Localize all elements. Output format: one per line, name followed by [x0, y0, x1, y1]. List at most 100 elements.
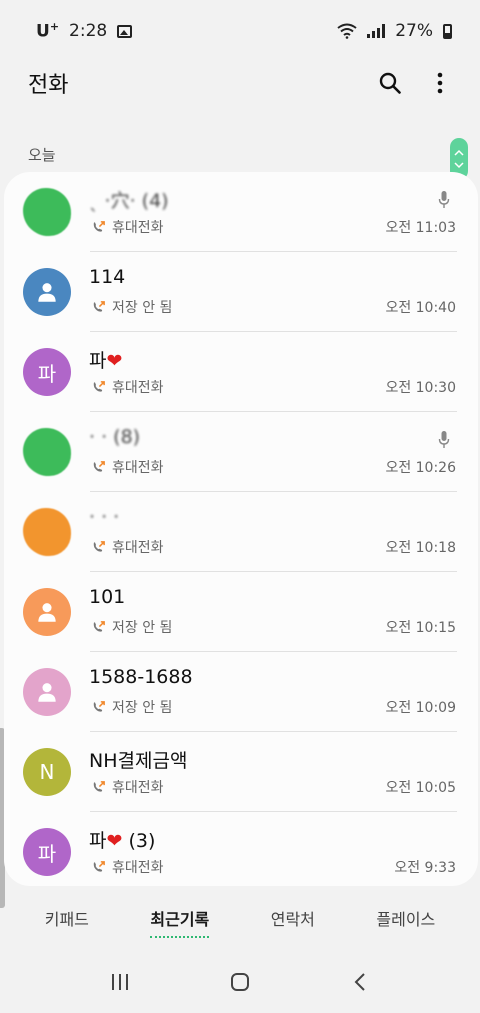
call-type-label: 저장 안 됨 [112, 700, 173, 716]
call-type-label: 휴대전화 [112, 220, 164, 236]
contact-name-text: 파 [89, 830, 107, 852]
call-time: 오전 10:30 [385, 380, 456, 396]
call-type-label: 저장 안 됨 [112, 620, 173, 636]
section-label-today: 오늘 [28, 146, 56, 164]
contact-name-text: ˎ ·穴· (4) [89, 190, 169, 212]
call-subtitle: 휴대전화 [91, 777, 164, 797]
call-time: 오전 10:09 [385, 700, 456, 716]
call-log-row[interactable]: 101 저장 안 됨 오전 10:15 [4, 572, 478, 652]
more-options-button[interactable] [426, 69, 454, 97]
avatar[interactable] [23, 508, 71, 556]
call-log-list: ˎ ·穴· (4) 휴대전화 오전 11:03 114 저장 안 됨 오전 10:40 파 파… [4, 172, 478, 886]
contact-name: 파❤ [89, 346, 122, 373]
carrier-sup: + [49, 20, 60, 34]
battery-percent: 27% [395, 21, 433, 41]
tab-recents[interactable]: 최근기록 [150, 906, 209, 938]
tab-places[interactable]: 플레이스 [376, 906, 435, 934]
contact-name-text: · · · [89, 506, 120, 528]
avatar[interactable] [23, 428, 71, 476]
tab-keypad[interactable]: 키패드 [45, 906, 89, 934]
avatar[interactable]: 파 [23, 828, 71, 876]
call-time: 오전 10:05 [385, 780, 456, 796]
call-count: (3) [122, 830, 156, 852]
contact-name: 파❤ (3) [89, 826, 155, 853]
call-log-row[interactable]: N NH결제금액휴대전화 오전 10:05 [4, 732, 478, 812]
call-time: 오전 10:18 [385, 540, 456, 556]
home-button[interactable] [220, 962, 260, 1002]
contact-name: ˎ ·穴· (4) [89, 186, 169, 213]
call-type-label: 휴대전화 [112, 780, 164, 796]
call-time: 오전 11:03 [385, 220, 456, 236]
avatar[interactable] [23, 668, 71, 716]
call-subtitle: 휴대전화 [91, 537, 164, 557]
recent-apps-icon [112, 973, 128, 990]
heart-emoji: ❤ [106, 350, 123, 372]
contact-name: · · · [89, 506, 119, 528]
outgoing-call-icon [93, 300, 105, 312]
call-log-row[interactable]: 1588-1688 저장 안 됨 오전 10:09 [4, 652, 478, 732]
call-log-row[interactable]: · · (8) 휴대전화 오전 10:26 [4, 412, 478, 492]
status-left: U+ 2:28 [36, 20, 133, 42]
call-type-label: 저장 안 됨 [112, 300, 173, 316]
call-time: 오전 9:33 [394, 860, 456, 876]
outgoing-call-icon [93, 540, 105, 552]
back-icon [354, 972, 365, 991]
call-recording-icon [438, 191, 450, 208]
gallery-icon [117, 24, 133, 38]
carrier-name: U [36, 21, 50, 42]
clock: 2:28 [69, 21, 108, 41]
chevron-down-icon [454, 162, 464, 169]
call-time: 오전 10:15 [385, 620, 456, 636]
call-type-label: 휴대전화 [112, 860, 164, 876]
back-button[interactable] [340, 962, 380, 1002]
call-log-row[interactable]: · · · 휴대전화 오전 10:18 [4, 492, 478, 572]
recent-apps-button[interactable] [100, 962, 140, 1002]
contact-name-text: 101 [89, 586, 126, 608]
tab-contacts[interactable]: 연락처 [271, 906, 315, 934]
system-nav-bar [0, 950, 480, 1013]
avatar[interactable] [23, 268, 71, 316]
call-subtitle: 저장 안 됨 [91, 617, 172, 637]
call-type-label: 휴대전화 [112, 380, 164, 396]
contact-name: 101 [89, 586, 125, 608]
outgoing-call-icon [93, 700, 105, 712]
call-subtitle: 휴대전화 [91, 377, 164, 397]
call-log-row[interactable]: 파 파❤ (3) 휴대전화 오전 9:33 [4, 812, 478, 886]
avatar[interactable]: 파 [23, 348, 71, 396]
contact-name: · · (8) [89, 426, 140, 448]
call-type-label: 휴대전화 [112, 540, 164, 556]
call-type-label: 휴대전화 [112, 460, 164, 476]
call-log-row[interactable]: 파 파❤ 휴대전화 오전 10:30 [4, 332, 478, 412]
wifi-icon [337, 23, 357, 39]
bottom-tab-bar: 키패드 최근기록 연락처 플레이스 [0, 892, 480, 948]
status-right: 27% [337, 21, 452, 41]
home-icon [231, 972, 249, 991]
call-time: 오전 10:40 [385, 300, 456, 316]
person-icon [38, 283, 56, 302]
search-icon [379, 72, 401, 94]
call-log-row[interactable]: 114 저장 안 됨 오전 10:40 [4, 252, 478, 332]
avatar[interactable] [23, 588, 71, 636]
contact-name-text: NH결제금액 [89, 750, 188, 772]
search-button[interactable] [376, 69, 404, 97]
person-icon [38, 683, 56, 702]
contact-name-text: 114 [89, 266, 126, 288]
heart-emoji: ❤ [106, 830, 123, 852]
outgoing-call-icon [93, 460, 105, 472]
call-subtitle: 저장 안 됨 [91, 697, 172, 717]
battery-icon [443, 23, 452, 39]
contact-name: 1588-1688 [89, 666, 193, 688]
carrier-label: U+ [36, 20, 59, 42]
call-log-row[interactable]: ˎ ·穴· (4) 휴대전화 오전 11:03 [4, 172, 478, 252]
outgoing-call-icon [93, 860, 105, 872]
outgoing-call-icon [93, 220, 105, 232]
avatar[interactable] [23, 188, 71, 236]
signal-icon [367, 24, 386, 38]
avatar[interactable]: N [23, 748, 71, 796]
more-vert-icon [437, 72, 443, 94]
call-subtitle: 휴대전화 [91, 457, 164, 477]
app-bar: 전화 [0, 62, 480, 104]
person-icon [38, 603, 56, 622]
call-subtitle: 휴대전화 [91, 217, 164, 237]
contact-name-text: 1588-1688 [89, 666, 193, 688]
